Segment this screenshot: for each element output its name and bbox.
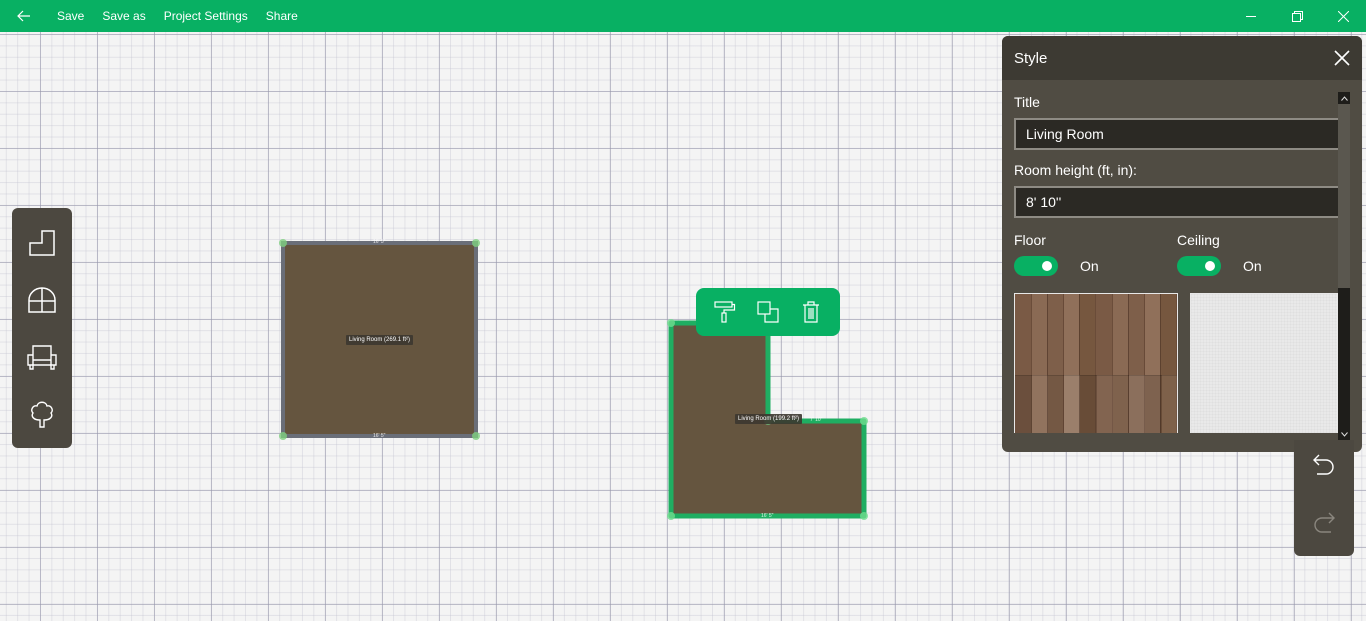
corner-handle[interactable] [472, 239, 480, 247]
corner-handle[interactable] [472, 432, 480, 440]
floor-toggle-state: On [1080, 258, 1099, 274]
room-height-input[interactable] [1014, 186, 1340, 218]
title-input[interactable] [1014, 118, 1340, 150]
paint-roller-icon [714, 301, 736, 323]
ceiling-toggle-group: Ceiling On [1177, 232, 1340, 276]
scrollbar-thumb[interactable] [1338, 288, 1350, 428]
scroll-down-button[interactable] [1338, 428, 1350, 440]
duplicate-icon [757, 301, 779, 323]
corner-handle[interactable] [860, 512, 868, 520]
style-panel-header: Style [1002, 36, 1362, 80]
corner-handle[interactable] [667, 319, 675, 327]
corner-handle[interactable] [860, 417, 868, 425]
undo-button[interactable] [1304, 446, 1344, 486]
dimension-top: 16' 5" [373, 239, 386, 245]
ceiling-toggle-state: On [1243, 258, 1262, 274]
redo-icon [1314, 512, 1335, 533]
dimension-bottom: 16' 5" [373, 433, 386, 439]
style-panel-scrollbar[interactable] [1338, 92, 1350, 440]
undo-icon [1313, 454, 1334, 475]
floor-ceiling-toggles: Floor On Ceiling On [1014, 232, 1340, 276]
trash-icon [802, 301, 819, 323]
room-label: Living Room (199.2 ft²) [735, 414, 803, 424]
title-label: Title [1014, 94, 1040, 110]
room-context-toolbar [696, 288, 840, 336]
material-swatches [1014, 293, 1340, 433]
delete-button[interactable] [791, 292, 831, 332]
history-panel [1294, 440, 1354, 556]
toggle-knob [1205, 261, 1215, 271]
chevron-down-icon [1340, 431, 1348, 437]
ceiling-label: Ceiling [1177, 232, 1220, 248]
dimension-inner: 7' 10" [810, 417, 823, 423]
corner-handle[interactable] [279, 239, 287, 247]
room-height-label: Room height (ft, in): [1014, 162, 1137, 178]
floor-label: Floor [1014, 232, 1046, 248]
room-label: Living Room (269.1 ft²) [346, 335, 414, 345]
style-panel: Style Title Room height (ft, in): Floor … [1002, 36, 1362, 452]
toggle-knob [1042, 261, 1052, 271]
close-icon [1334, 50, 1350, 66]
floor-material-swatch[interactable] [1014, 293, 1178, 433]
floor-toggle-group: Floor On [1014, 232, 1177, 276]
chevron-up-icon [1340, 95, 1348, 101]
scroll-up-button[interactable] [1338, 92, 1350, 104]
ceiling-material-swatch[interactable] [1190, 293, 1338, 433]
dimension-bottom: 16' 5" [761, 513, 774, 519]
corner-handle[interactable] [667, 512, 675, 520]
redo-button[interactable] [1304, 504, 1344, 544]
style-button[interactable] [705, 292, 745, 332]
ceiling-toggle[interactable] [1177, 256, 1221, 276]
floor-toggle[interactable] [1014, 256, 1058, 276]
duplicate-button[interactable] [748, 292, 788, 332]
corner-handle[interactable] [279, 432, 287, 440]
style-panel-title: Style [1014, 49, 1048, 67]
close-style-panel-button[interactable] [1322, 36, 1362, 80]
style-panel-body: Title Room height (ft, in): Floor On Cei… [1014, 80, 1340, 433]
